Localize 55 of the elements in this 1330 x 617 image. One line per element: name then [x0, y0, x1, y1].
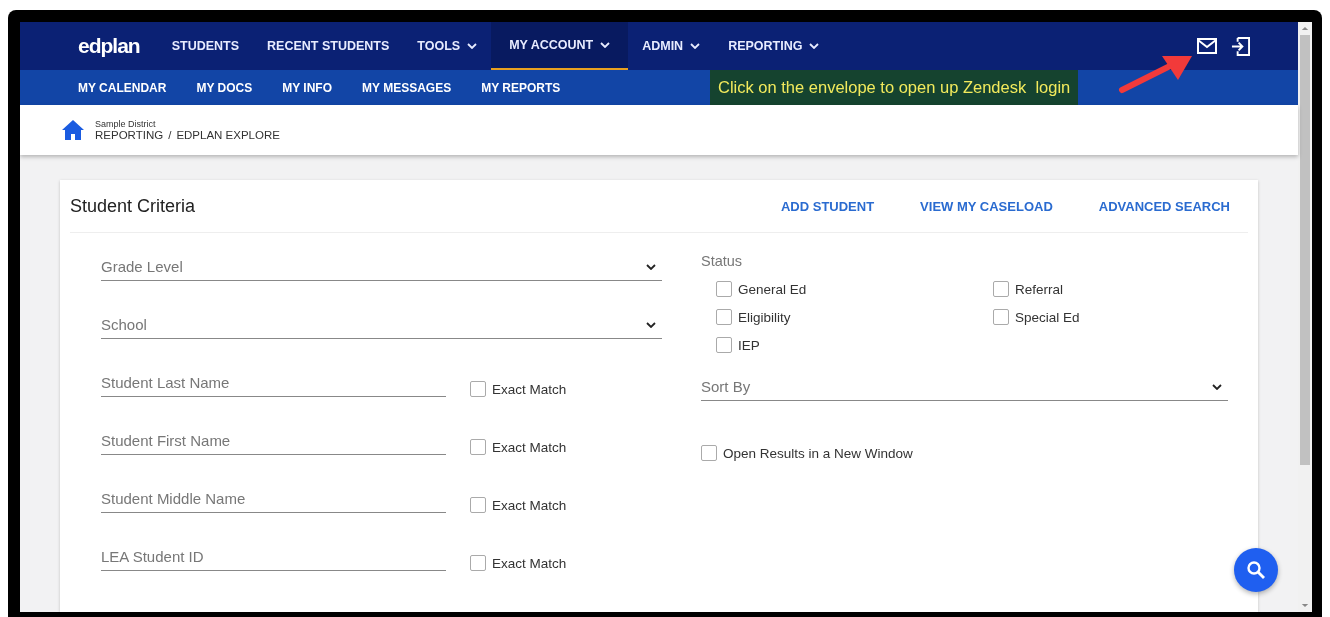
breadcrumb-separator: / [168, 129, 172, 141]
subnav-link[interactable]: MY REPORTS [481, 80, 561, 95]
scroll-up-icon[interactable] [1301, 26, 1309, 31]
nav-tab[interactable]: TOOLS [403, 22, 492, 70]
checkbox-label: Exact Match [492, 555, 567, 571]
scroll-down-icon[interactable] [1301, 603, 1309, 608]
action-link[interactable]: ADD STUDENT [780, 198, 875, 214]
nav-tab[interactable]: STUDENTS [157, 22, 254, 70]
checkbox-label: IEP [738, 337, 760, 353]
logout-icon[interactable] [1231, 36, 1250, 56]
checkbox-label: Open Results in a New Window [723, 445, 913, 461]
action-link[interactable]: ADVANCED SEARCH [1098, 198, 1230, 214]
checkbox[interactable] [716, 309, 732, 325]
chevron-icon [646, 263, 656, 270]
checkbox-label: General Ed [738, 281, 807, 297]
breadcrumb-link[interactable]: REPORTING [95, 129, 164, 141]
nav-tab[interactable]: ADMIN [628, 22, 715, 70]
chevron-icon [1212, 383, 1222, 390]
nav-tab[interactable]: MY ACCOUNT [491, 22, 629, 70]
checkbox[interactable] [470, 497, 486, 513]
annotation-callout: Click on the envelope to open up Zendesk login [710, 70, 1079, 105]
checkbox-label: Exact Match [492, 439, 567, 455]
subnav-link[interactable]: MY MESSAGES [362, 80, 452, 95]
card-title: Student Criteria [70, 195, 197, 217]
subnav-link[interactable]: MY DOCS [196, 80, 253, 95]
subnav-link[interactable]: MY INFO [282, 80, 333, 95]
checkbox[interactable] [701, 445, 717, 461]
home-icon[interactable] [61, 119, 85, 141]
checkbox-label: Referral [1015, 281, 1063, 297]
checkbox-label: Exact Match [492, 497, 567, 513]
search-button[interactable] [1234, 548, 1278, 592]
checkbox[interactable] [716, 281, 732, 297]
select-field[interactable]: Sort By [701, 377, 1228, 401]
status-label: Status [701, 253, 744, 269]
chevron-icon [646, 321, 656, 328]
mail-icon[interactable] [1197, 38, 1217, 54]
checkbox[interactable] [470, 381, 486, 397]
district-name: Sample District [95, 119, 157, 129]
breadcrumb-link[interactable]: EDPLAN EXPLORE [176, 129, 280, 141]
subnav-link[interactable]: MY CALENDAR [78, 80, 167, 95]
checkbox[interactable] [470, 439, 486, 455]
logo[interactable]: edplan [78, 34, 140, 58]
checkbox[interactable] [470, 555, 486, 571]
nav-tab[interactable]: REPORTING [714, 22, 834, 70]
checkbox[interactable] [716, 337, 732, 353]
checkbox-label: Special Ed [1015, 309, 1080, 325]
action-link[interactable]: VIEW MY CASELOAD [920, 198, 1053, 214]
select-field[interactable]: School [101, 315, 662, 339]
select-field[interactable]: Grade Level [101, 257, 662, 281]
checkbox-label: Exact Match [492, 381, 567, 397]
checkbox-label: Eligibility [738, 309, 791, 325]
checkbox[interactable] [993, 281, 1009, 297]
checkbox[interactable] [993, 309, 1009, 325]
nav-tab[interactable]: RECENT STUDENTS [253, 22, 404, 70]
search-icon [1246, 560, 1266, 580]
